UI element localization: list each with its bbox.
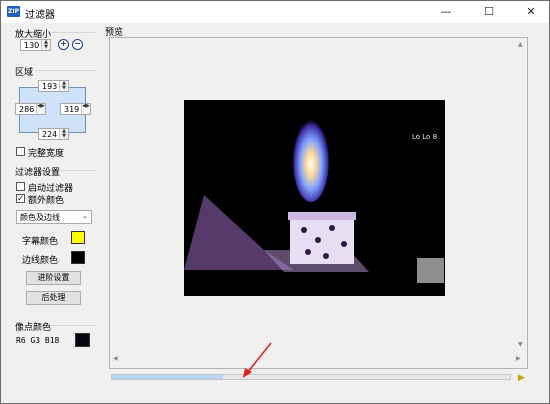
zoom-in-icon[interactable]: + xyxy=(58,39,69,50)
border-color-swatch[interactable] xyxy=(71,251,85,264)
scroll-down-icon[interactable]: ▼ xyxy=(518,341,523,348)
region-left-value: 286 xyxy=(19,105,35,114)
pixel-color-value: R6 G3 B18 xyxy=(16,336,60,345)
zoom-spinner[interactable]: 130 ▲ ▼ xyxy=(20,39,51,51)
region-top-value: 193 xyxy=(42,82,58,91)
pixel-group-line xyxy=(50,325,97,326)
video-watermark: Lo Lo 8 xyxy=(412,133,438,141)
full-width-checkbox[interactable] xyxy=(16,147,25,156)
preview-vertical-scrollbar[interactable]: ▲ ▼ xyxy=(515,39,527,351)
scroll-left-icon[interactable]: ◀ xyxy=(113,355,118,362)
region-top-spinner[interactable]: 193 ▲ ▼ xyxy=(38,80,69,92)
maximize-button[interactable]: ☐ xyxy=(474,1,504,23)
zoom-out-icon[interactable]: − xyxy=(72,39,83,50)
enable-filter-checkbox[interactable] xyxy=(16,182,25,191)
zoom-spinner-arrows[interactable]: ▲ ▼ xyxy=(41,40,50,50)
zoom-group-line xyxy=(51,32,97,33)
preview-horizontal-scrollbar[interactable]: ◀ ▶ xyxy=(111,353,525,366)
play-icon[interactable]: ▶ xyxy=(518,373,525,383)
region-right-spinner[interactable]: 319 ◀▶ xyxy=(60,103,91,115)
scroll-right-icon[interactable]: ▶ xyxy=(516,355,521,362)
minimize-button[interactable]: — xyxy=(431,1,461,23)
region-group-label: 区域 xyxy=(15,68,34,78)
pixel-group-label: 像点颜色 xyxy=(15,323,52,333)
font-color-swatch[interactable] xyxy=(71,231,85,244)
font-color-label: 字幕颜色 xyxy=(22,237,59,247)
region-bottom-spinner[interactable]: 224 ▲ ▼ xyxy=(38,128,69,140)
extra-color-label: 额外颜色 xyxy=(28,196,65,206)
video-frame: Lo Lo 8 xyxy=(184,100,445,296)
mode-select[interactable]: 颜色及边线 ⌄ xyxy=(16,210,92,224)
red-arrow-annotation xyxy=(243,342,272,378)
mode-select-value: 颜色及边线 xyxy=(20,213,60,222)
extra-color-checkbox[interactable]: ✓ xyxy=(16,194,25,203)
border-color-label: 边线颜色 xyxy=(22,256,59,266)
scroll-up-icon[interactable]: ▲ xyxy=(518,41,523,48)
zoom-value: 130 xyxy=(24,41,40,50)
close-button[interactable]: ✕ xyxy=(516,1,546,23)
region-top-arrows[interactable]: ▲ ▼ xyxy=(59,81,68,91)
playback-progress-fill xyxy=(112,375,224,379)
region-group-line xyxy=(35,70,97,71)
advanced-settings-button[interactable]: 进阶设置 xyxy=(26,271,81,285)
region-bottom-value: 224 xyxy=(42,130,58,139)
region-left-spinner[interactable]: 286 ◀▶ xyxy=(15,103,46,115)
region-bottom-arrows[interactable]: ▲ ▼ xyxy=(59,129,68,139)
region-right-value: 319 xyxy=(64,105,80,114)
filter-group-line xyxy=(61,170,97,171)
window-title: 过滤器 xyxy=(25,10,55,21)
filter-window: ZIP 过滤器 — ☐ ✕ 放大缩小 130 ▲ ▼ + − 区域 193 ▲ ▼ … xyxy=(0,0,550,404)
filter-group-label: 过滤器设置 xyxy=(15,168,61,178)
playback-progress-bar[interactable] xyxy=(111,374,511,380)
post-process-button[interactable]: 后处理 xyxy=(26,291,81,305)
title-bar: ZIP 过滤器 — ☐ ✕ xyxy=(1,1,549,23)
pixel-color-swatch xyxy=(75,333,90,347)
region-left-arrows[interactable]: ◀▶ xyxy=(36,104,45,114)
region-right-arrows[interactable]: ◀▶ xyxy=(81,104,90,114)
video-frame-image xyxy=(184,118,444,283)
chevron-down-icon: ⌄ xyxy=(82,212,88,220)
full-width-label: 完整宽度 xyxy=(28,149,65,159)
app-icon: ZIP xyxy=(7,6,20,17)
